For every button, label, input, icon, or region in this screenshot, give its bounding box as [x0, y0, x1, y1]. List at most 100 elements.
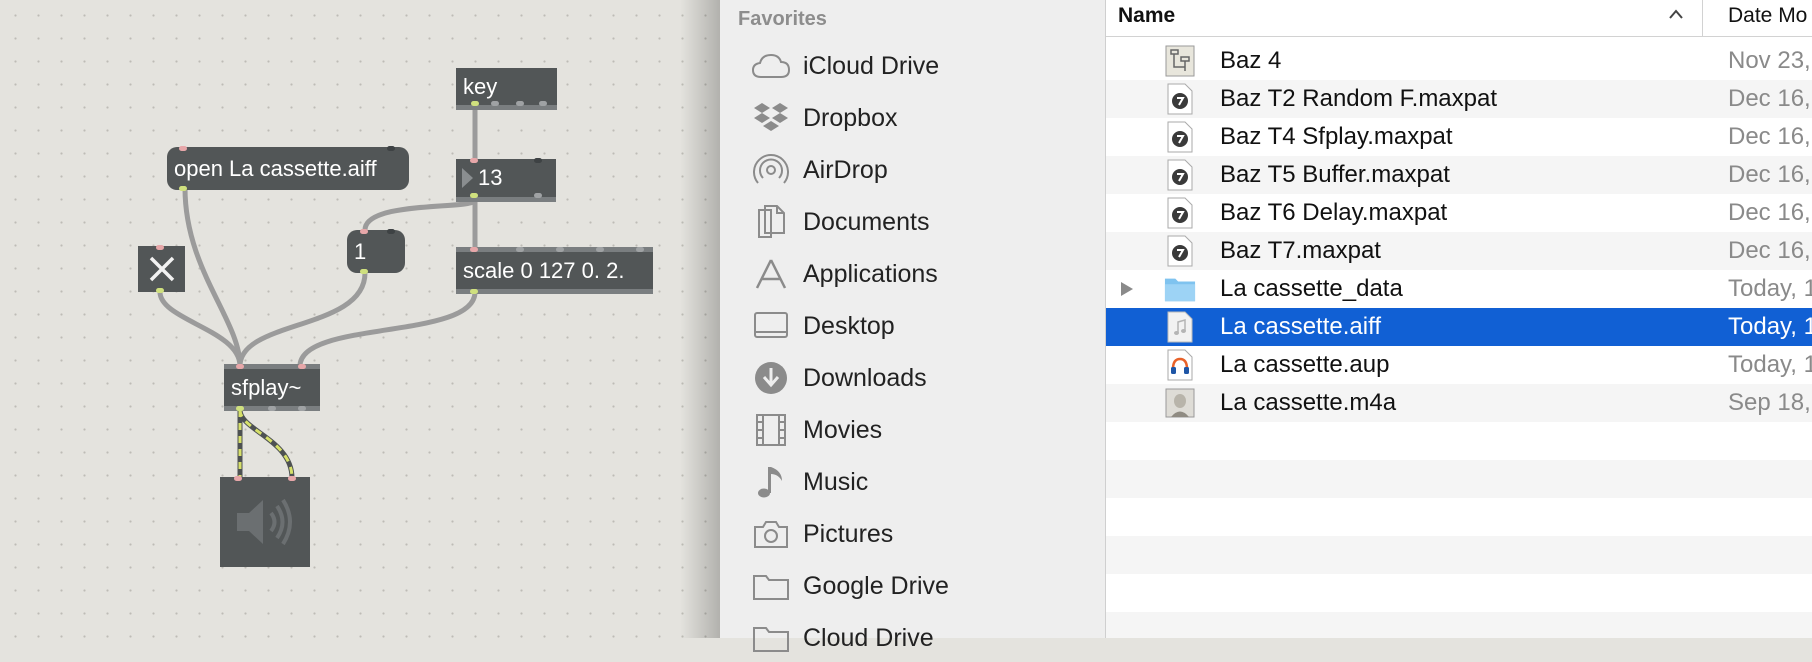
file-row[interactable]: Baz T2 Random F.maxpat Dec 16, — [1106, 80, 1812, 118]
empty-row — [1106, 612, 1812, 638]
file-name: Baz T6 Delay.maxpat — [1220, 199, 1448, 226]
empty-row — [1106, 422, 1812, 460]
key-object[interactable]: key — [456, 68, 557, 110]
sidebar-item-label: Pictures — [803, 519, 894, 548]
sidebar-item-google-drive[interactable]: Google Drive — [720, 562, 1105, 610]
maxpat-icon — [1164, 120, 1196, 154]
number-triangle-icon — [462, 168, 473, 188]
outlet[interactable] — [470, 193, 478, 198]
file-date: Dec 16, — [1728, 199, 1811, 226]
sidebar-item-downloads[interactable]: Downloads — [720, 354, 1105, 402]
pictures-icon — [751, 518, 791, 550]
file-name: Baz T5 Buffer.maxpat — [1220, 161, 1450, 188]
inlet[interactable] — [556, 247, 564, 252]
file-row[interactable]: La cassette.aup Today, 1 — [1106, 346, 1812, 384]
sidebar-item-label: iCloud Drive — [803, 51, 940, 80]
inlet[interactable] — [470, 247, 478, 252]
sidebar-item-label: Downloads — [803, 363, 927, 392]
inlet[interactable] — [636, 247, 644, 252]
outlet[interactable] — [156, 288, 164, 293]
sidebar-item-applications[interactable]: Applications — [720, 250, 1105, 298]
inlet[interactable] — [236, 364, 244, 369]
file-date: Dec 16, — [1728, 161, 1811, 188]
file-row[interactable]: La cassette.m4a Sep 18, — [1106, 384, 1812, 422]
sidebar-item-label: Music — [803, 467, 869, 496]
outlet[interactable] — [360, 269, 368, 274]
sidebar-item-airdrop[interactable]: AirDrop — [720, 146, 1105, 194]
outlet[interactable] — [470, 289, 478, 294]
inlet[interactable] — [387, 229, 395, 234]
number-box[interactable]: 13 — [456, 158, 556, 202]
sort-ascending-icon[interactable] — [1668, 8, 1684, 20]
max-patcher-canvas[interactable]: key 13 open La cassette.aiff 1 scale 0 1… — [0, 0, 720, 638]
file-row[interactable]: Baz T4 Sfplay.maxpat Dec 16, — [1106, 118, 1812, 156]
disclosure-triangle-icon[interactable] — [1120, 281, 1144, 297]
file-row[interactable]: Baz T5 Buffer.maxpat Dec 16, — [1106, 156, 1812, 194]
outlet[interactable] — [491, 101, 499, 106]
file-name: Baz T4 Sfplay.maxpat — [1220, 123, 1453, 150]
inlet[interactable] — [534, 158, 542, 163]
inlet[interactable] — [234, 476, 242, 481]
outlet[interactable] — [298, 406, 306, 411]
maxpat-icon — [1164, 234, 1196, 268]
empty-row — [1106, 498, 1812, 536]
audio-file-icon — [1164, 310, 1196, 344]
outlet[interactable] — [268, 406, 276, 411]
inlet[interactable] — [470, 158, 478, 163]
sidebar-item-icloud-drive[interactable]: iCloud Drive — [720, 42, 1105, 90]
inlet[interactable] — [179, 146, 187, 151]
toggle-object[interactable] — [138, 245, 185, 293]
sidebar-item-label: Desktop — [803, 311, 895, 340]
scale-object-text: scale 0 127 0. 2. — [463, 257, 625, 283]
column-divider[interactable] — [1702, 0, 1703, 36]
inlet[interactable] — [360, 229, 368, 234]
outlet[interactable] — [179, 186, 187, 191]
inlet[interactable] — [596, 247, 604, 252]
inlet[interactable] — [156, 245, 164, 250]
file-name: Baz 4 — [1220, 47, 1282, 74]
sidebar-item-cloud-drive[interactable]: Cloud Drive — [720, 614, 1105, 662]
file-row[interactable]: Baz 4 Nov 23, — [1106, 42, 1812, 80]
outlet[interactable] — [516, 101, 524, 106]
sidebar-item-label: Dropbox — [803, 103, 898, 132]
ezdac-object[interactable] — [220, 476, 310, 567]
one-message-box[interactable]: 1 — [347, 229, 405, 274]
downloads-icon — [751, 362, 791, 394]
inlet[interactable] — [516, 247, 524, 252]
sfplay-object[interactable]: sfplay~ — [224, 364, 320, 411]
file-date: Dec 16, — [1728, 85, 1811, 112]
sidebar-item-movies[interactable]: Movies — [720, 406, 1105, 454]
sidebar-item-label: Cloud Drive — [803, 623, 934, 652]
sidebar-item-dropbox[interactable]: Dropbox — [720, 94, 1105, 142]
file-row[interactable]: La cassette_data Today, 1 — [1106, 270, 1812, 308]
scale-object[interactable]: scale 0 127 0. 2. — [456, 247, 653, 294]
outlet[interactable] — [236, 406, 244, 411]
sidebar-item-documents[interactable]: Documents — [720, 198, 1105, 246]
file-name: La cassette.aup — [1220, 351, 1390, 378]
music-icon — [751, 466, 791, 498]
file-date: Dec 16, — [1728, 123, 1811, 150]
sidebar-heading-favorites: Favorites — [738, 8, 827, 30]
file-date: Today, 1 — [1728, 351, 1812, 378]
maxpat-icon — [1164, 196, 1196, 230]
outlet[interactable] — [539, 101, 547, 106]
date-modified-column-header[interactable]: Date Mo — [1728, 4, 1807, 28]
inlet[interactable] — [298, 364, 306, 369]
sidebar-item-pictures[interactable]: Pictures — [720, 510, 1105, 558]
file-row-selected[interactable]: La cassette.aiff Today, 1 — [1106, 308, 1812, 346]
outlet[interactable] — [471, 101, 479, 106]
file-date: Dec 16, — [1728, 237, 1811, 264]
inlet[interactable] — [387, 146, 395, 151]
folder-icon — [751, 570, 791, 602]
open-message-box[interactable]: open La cassette.aiff — [167, 146, 409, 191]
outlet[interactable] — [534, 193, 542, 198]
file-name: Baz T2 Random F.maxpat — [1220, 85, 1498, 112]
name-column-header[interactable]: Name — [1118, 4, 1175, 28]
file-row[interactable]: Baz T6 Delay.maxpat Dec 16, — [1106, 194, 1812, 232]
column-header: Name Date Mo — [1106, 0, 1812, 37]
inlet[interactable] — [288, 476, 296, 481]
sidebar-item-desktop[interactable]: Desktop — [720, 302, 1105, 350]
sidebar-item-music[interactable]: Music — [720, 458, 1105, 506]
file-row[interactable]: Baz T7.maxpat Dec 16, — [1106, 232, 1812, 270]
file-name: La cassette.aiff — [1220, 313, 1381, 340]
